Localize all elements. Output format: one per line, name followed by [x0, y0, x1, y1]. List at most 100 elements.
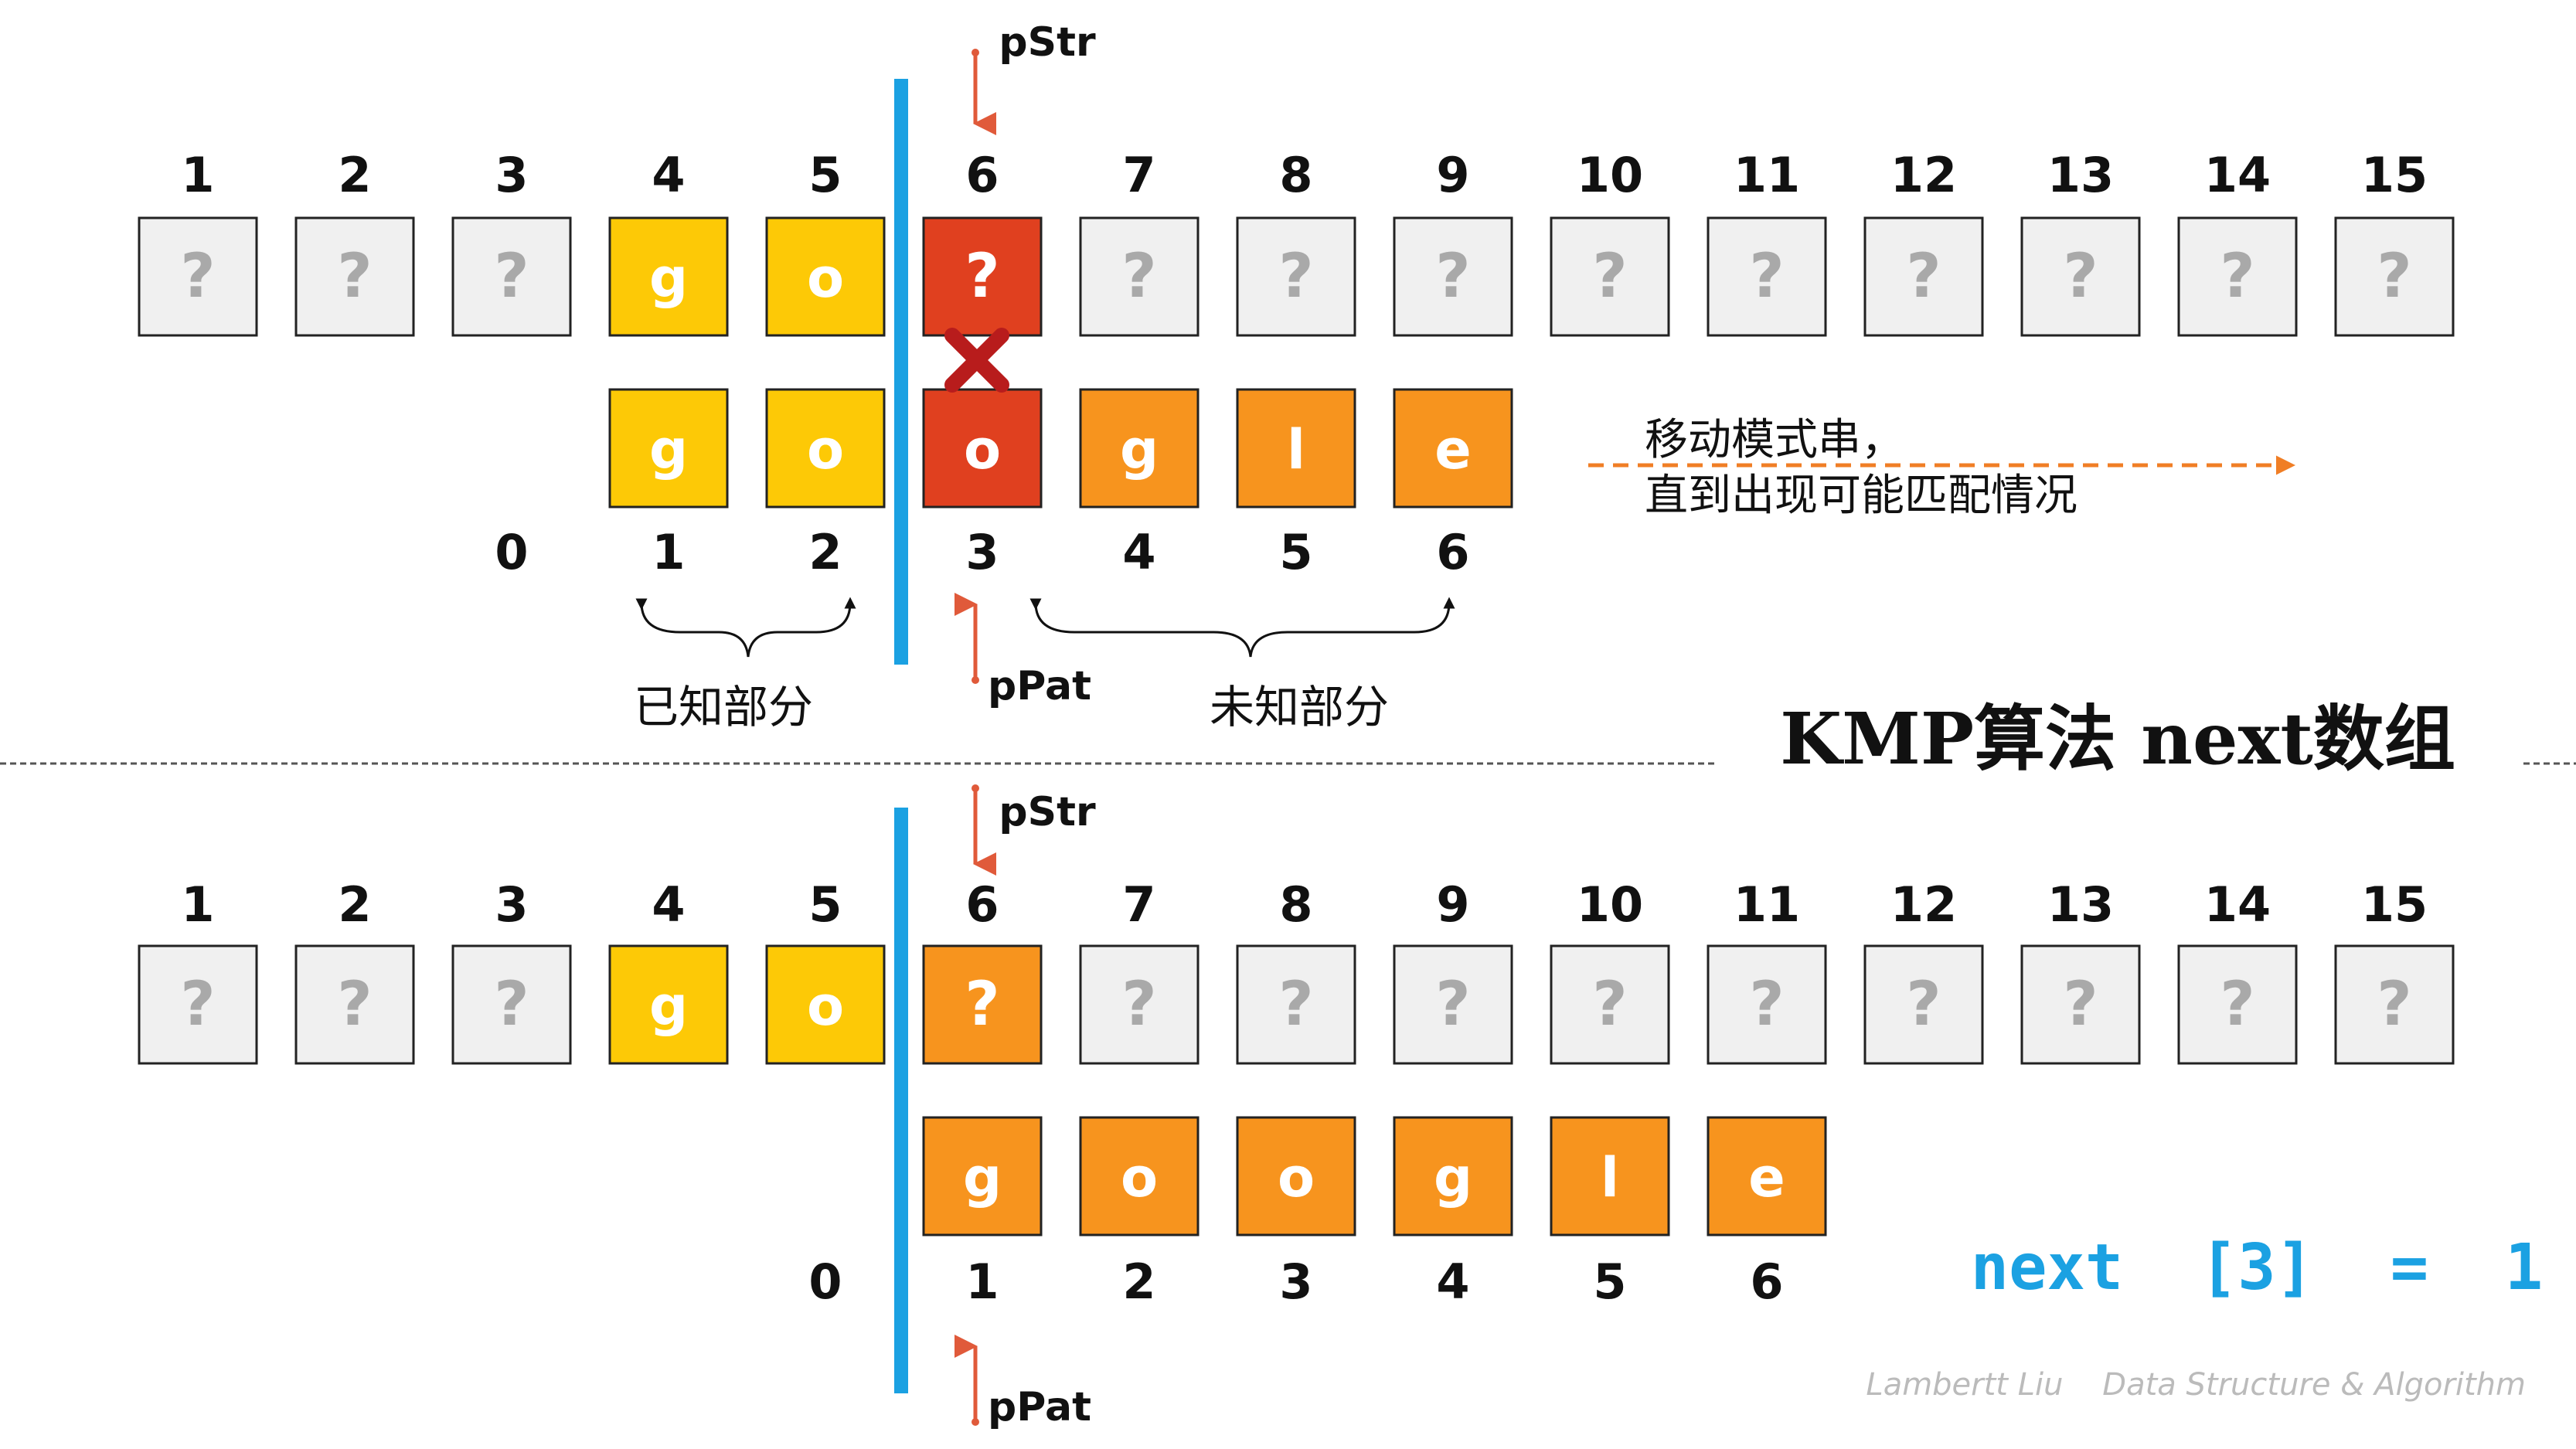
bottom-text-cell-char-0: ? [180, 970, 215, 1039]
bottom-pattern-cell-char-3: g [1434, 1146, 1472, 1209]
top-text-index-0: 1 [181, 147, 214, 203]
bottom-text-cell-char-2: ? [494, 970, 529, 1039]
bottom-text-index-8: 9 [1436, 876, 1469, 933]
bottom-pattern-cell-char-5: e [1748, 1146, 1785, 1209]
note-line-2: 直到出现可能匹配情况 [1645, 471, 2077, 521]
diagram-title: KMP算法 next数组 [1780, 697, 2455, 781]
top-pattern-cell-char-1: o [807, 418, 844, 481]
top-text-index-4: 5 [808, 147, 842, 203]
next-formula: next [3] = 1 [1971, 1231, 2544, 1304]
bottom-text-cell-12: ? [2020, 944, 2141, 1065]
top-text-cell-0: ? [138, 216, 258, 337]
top-text-cell-2: ? [451, 216, 572, 337]
note-line-1: 移动模式串， [1645, 415, 1904, 465]
bottom-text-index-4: 5 [808, 876, 842, 933]
bottom-pattern-index-4: 4 [1436, 1253, 1469, 1310]
bottom-pattern-index-5: 5 [1593, 1253, 1626, 1310]
top-text-cells: ??? g o?????????? [138, 216, 2455, 337]
top-pattern-cell-2: o [922, 388, 1043, 509]
top-pattern-cell-0: g [608, 388, 729, 509]
bottom-pattern-cell-4: l [1550, 1116, 1670, 1236]
bottom-pattern-index-0: 0 [808, 1253, 842, 1310]
top-text-cell-14: ? [2334, 216, 2455, 337]
top-text-cell-11: ? [1863, 216, 1984, 337]
bottom-text-cell-14: ? [2334, 944, 2455, 1065]
top-pattern-cell-char-5: e [1434, 418, 1471, 481]
top-text-cell-char-6: ? [1121, 242, 1156, 311]
top-pattern-cell-5: e [1393, 388, 1513, 509]
known-part-label: 已知部分 [634, 681, 813, 733]
top-text-cell-1: ? [294, 216, 415, 337]
top-text-cell-char-2: ? [494, 242, 529, 311]
bottom-text-cell-5: ? [922, 944, 1043, 1065]
bottom-pstr-pointer: pStr [972, 784, 1096, 876]
bottom-pattern-cell-2: o [1236, 1116, 1356, 1236]
top-text-cell-8: ? [1393, 216, 1513, 337]
bottom-text-cell-3: g [608, 944, 729, 1065]
bottom-text-cell-1: ? [294, 944, 415, 1065]
top-text-cell-7: ? [1236, 216, 1356, 337]
top-text-cell-9: ? [1550, 216, 1670, 337]
top-pattern-cells: google [608, 388, 1513, 509]
top-pattern-index-5: 5 [1279, 524, 1312, 580]
bottom-pattern-cell-char-1: o [1121, 1146, 1158, 1209]
bottom-text-index-3: 4 [652, 876, 685, 933]
bottom-pattern-cell-char-2: o [1278, 1146, 1315, 1209]
top-pstr-pointer: pStr [972, 19, 1096, 135]
top-pattern-cell-char-0: g [649, 418, 688, 481]
top-text-indices: 1 2 3 4 5 6 7 8 9 10 11 12 13 14 15 [181, 147, 2428, 203]
bottom-text-cell-7: ? [1236, 944, 1356, 1065]
bottom-text-cell-char-9: ? [1592, 970, 1627, 1039]
bottom-text-cell-char-12: ? [2063, 970, 2098, 1039]
top-text-cell-12: ? [2020, 216, 2141, 337]
bottom-text-cell-4: o [765, 944, 886, 1065]
bottom-pattern-cell-3: g [1393, 1116, 1513, 1236]
bottom-text-cells: ??? g o?????????? [138, 944, 2455, 1065]
top-pattern-cell-4: l [1236, 388, 1356, 509]
bottom-pattern-index-6: 6 [1750, 1253, 1783, 1310]
top-text-index-13: 14 [2204, 147, 2271, 203]
top-ppat-pointer: pPat [955, 593, 1091, 709]
bottom-text-cell-10: ? [1707, 944, 1827, 1065]
top-text-cell-char-9: ? [1592, 242, 1627, 311]
top-pattern-indices: 0 1 2 3 4 5 6 [495, 524, 1469, 580]
top-text-index-5: 6 [965, 147, 999, 203]
top-pstr-label: pStr [999, 19, 1096, 66]
bottom-text-cell-8: ? [1393, 944, 1513, 1065]
unknown-part-brace [1029, 597, 1455, 658]
top-text-index-1: 2 [338, 147, 371, 203]
bottom-text-index-9: 10 [1577, 876, 1643, 933]
bottom-text-index-7: 8 [1279, 876, 1312, 933]
bottom-text-index-2: 3 [495, 876, 528, 933]
top-pattern-index-1: 1 [652, 524, 685, 580]
top-pattern-index-2: 2 [808, 524, 842, 580]
top-text-cell-char-12: ? [2063, 242, 2098, 311]
top-text-cell-char-1: ? [337, 242, 372, 311]
top-text-cell-char-7: ? [1278, 242, 1313, 311]
top-text-cell-char-4: o [807, 247, 844, 310]
bottom-pattern-cell-char-4: l [1601, 1146, 1619, 1209]
bottom-text-cell-2: ? [451, 944, 572, 1065]
bottom-text-cell-char-6: ? [1121, 970, 1156, 1039]
bottom-text-cell-9: ? [1550, 944, 1670, 1065]
top-ppat-label: pPat [988, 663, 1091, 709]
mismatch-x-icon [944, 328, 1009, 393]
bottom-text-index-5: 6 [965, 876, 999, 933]
top-pattern-cell-char-2: o [964, 418, 1001, 481]
top-text-cell-char-13: ? [2220, 242, 2254, 311]
bottom-text-cell-char-13: ? [2220, 970, 2254, 1039]
bottom-pattern-index-1: 1 [965, 1253, 999, 1310]
top-text-cell-char-11: ? [1906, 242, 1941, 311]
bottom-text-index-1: 2 [338, 876, 371, 933]
top-pattern-index-6: 6 [1436, 524, 1469, 580]
bottom-boundary-bar [894, 808, 908, 1393]
top-text-cell-char-8: ? [1435, 242, 1470, 311]
bottom-pattern-cells: google [922, 1116, 1827, 1236]
top-pattern-index-4: 4 [1122, 524, 1155, 580]
footer-credit: Lambertt Liu Data Structure & Algorithm [1866, 1367, 2526, 1403]
top-text-cell-10: ? [1707, 216, 1827, 337]
bottom-text-index-0: 1 [181, 876, 214, 933]
top-text-cell-4: o [765, 216, 886, 337]
top-text-index-3: 4 [652, 147, 685, 203]
bottom-text-cell-11: ? [1863, 944, 1984, 1065]
